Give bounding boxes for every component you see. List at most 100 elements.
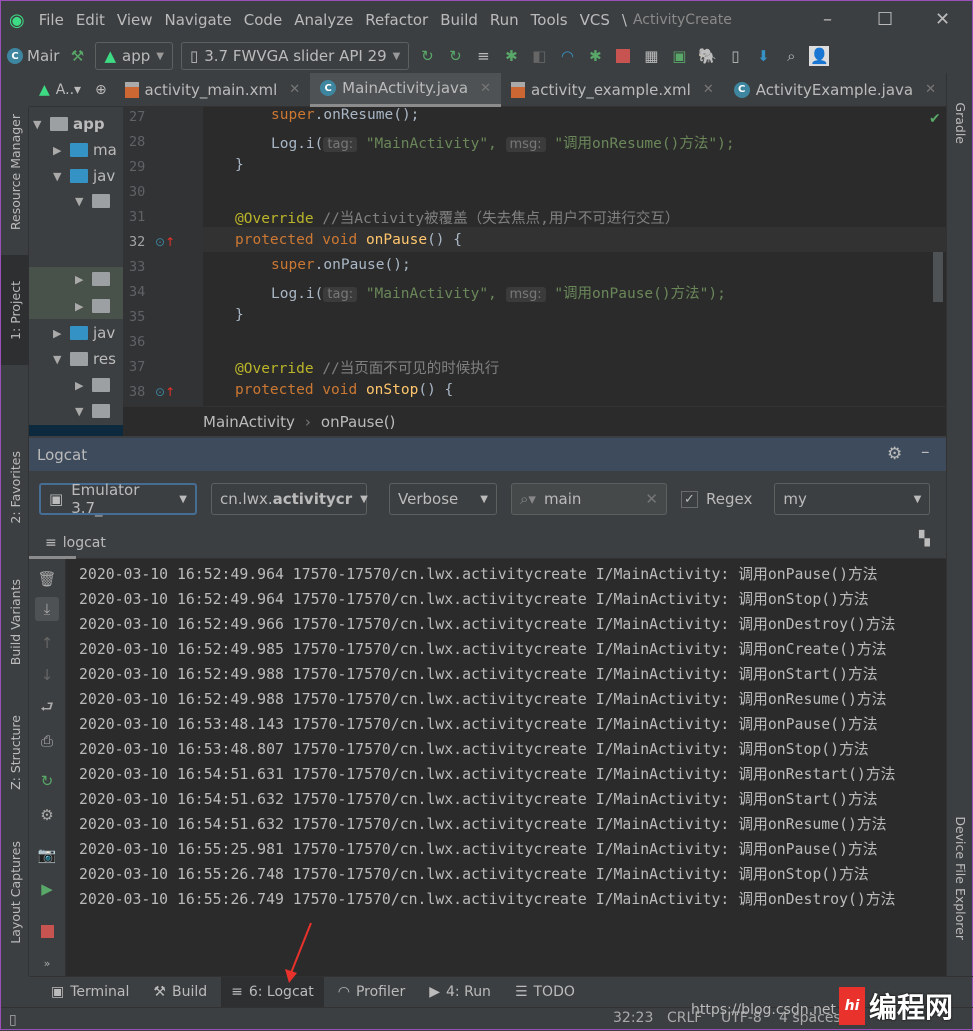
build-variants-tab[interactable]: Build Variants [1, 567, 29, 677]
tab-main-activity-java[interactable]: C MainActivity.java ✕ [310, 72, 502, 107]
menu-tools[interactable]: Tools [531, 11, 568, 29]
override-marker-icon[interactable]: ⊙↑ [155, 235, 175, 249]
gradle-tab[interactable]: Gradle [947, 83, 973, 163]
gear-icon[interactable]: ⚙ [887, 444, 902, 464]
search-input[interactable]: ⌕▾ main ✕ [511, 483, 667, 515]
sdk-manager-icon[interactable]: ⬇ [753, 46, 773, 66]
menu-edit[interactable]: Edit [76, 11, 105, 29]
debug-icon[interactable]: ✱ [501, 46, 521, 66]
tree-node-folder[interactable]: ▼ [75, 399, 110, 423]
device-select[interactable]: ▣ Emulator 3.7_ ▼ [39, 481, 197, 517]
menu-build[interactable]: Build [440, 11, 478, 29]
apply-changes-icon[interactable]: ↻ [417, 46, 437, 66]
screen-record-icon[interactable]: ▶ [35, 877, 59, 901]
tab-profiler[interactable]: ◠ Profiler [328, 977, 416, 1008]
close-tab-icon[interactable]: ✕ [703, 82, 714, 97]
close-tab-icon[interactable]: ✕ [480, 81, 491, 96]
layout-captures-tab[interactable]: Layout Captures [1, 832, 29, 952]
nav-breadcrumb[interactable]: Mair [27, 47, 59, 65]
crosshair-icon[interactable]: ⊕ [95, 82, 107, 98]
tree-node-app[interactable]: ▼ app [33, 112, 105, 136]
structure-tab[interactable]: Z: Structure [1, 707, 29, 797]
menu-code[interactable]: Code [244, 11, 282, 29]
close-tab-icon[interactable]: ✕ [925, 82, 936, 97]
logcat-output[interactable]: 2020-03-10 16:52:49.964 17570-17570/cn.l… [66, 559, 946, 976]
project-structure-icon[interactable]: ▦ [641, 46, 661, 66]
tree-node-folder[interactable]: ▶ [75, 373, 110, 397]
maximize-icon[interactable]: ☐ [877, 9, 893, 30]
menu-navigate[interactable]: Navigate [165, 11, 232, 29]
cursor-position[interactable]: 32:23 [613, 1010, 653, 1026]
close-icon[interactable]: ✕ [935, 9, 950, 30]
run-config-select[interactable]: ▲ app ▼ [95, 42, 173, 70]
stop-icon[interactable] [35, 919, 59, 943]
device-manager-icon[interactable]: ▯ [725, 46, 745, 66]
checkbox-checked-icon[interactable]: ✓ [681, 490, 698, 508]
menu-view[interactable]: View [117, 11, 153, 29]
tab-activity-example-xml[interactable]: activity_example.xml ✕ [501, 73, 724, 107]
override-marker-icon[interactable]: ⊙↑ [155, 385, 175, 399]
tab-logcat[interactable]: logcat [63, 535, 106, 551]
regex-checkbox[interactable]: ✓ Regex [681, 490, 752, 508]
layout-options-icon[interactable]: ▚ [919, 531, 930, 547]
menu-file[interactable]: File [39, 11, 64, 29]
breadcrumb-class[interactable]: MainActivity [203, 413, 295, 431]
resource-manager-tab[interactable]: Resource Manager [1, 107, 29, 237]
tree-node-package[interactable]: ▶ [75, 267, 110, 291]
up-arrow-icon[interactable]: ↑ [35, 631, 59, 655]
more-icon[interactable]: » [35, 951, 59, 975]
menu-refactor[interactable]: Refactor [365, 11, 428, 29]
clear-icon[interactable]: ✕ [645, 490, 658, 508]
tree-node-manifests[interactable]: ▶ ma [53, 138, 117, 162]
coverage-icon[interactable]: ◧ [529, 46, 549, 66]
tab-activity-main-xml[interactable]: activity_main.xml ✕ [115, 73, 311, 107]
soft-wrap-icon[interactable]: ⮐ [35, 697, 59, 721]
breadcrumb-method[interactable]: onPause() [321, 413, 396, 431]
tree-node-res[interactable]: ▼ res [53, 347, 116, 371]
tree-node-package[interactable]: ▶ [75, 294, 110, 318]
minimize-icon[interactable]: – [823, 9, 832, 30]
sync-icon[interactable]: ≡ [473, 46, 493, 66]
trash-icon[interactable]: 🗑 [35, 567, 59, 591]
filter-config-select[interactable]: my ▼ [774, 483, 931, 515]
menu-analyze[interactable]: Analyze [294, 11, 353, 29]
gradle-sync-icon[interactable]: 🐘 [697, 46, 717, 66]
settings-icon[interactable]: ⚙ [35, 803, 59, 827]
menu-run[interactable]: Run [490, 11, 519, 29]
tree-node-package[interactable]: ▼ [75, 189, 110, 213]
screenshot-icon[interactable]: 📷 [35, 843, 59, 867]
tab-build[interactable]: ⚒ Build [143, 977, 217, 1008]
layout-toggle-icon[interactable]: ▯ [9, 1012, 17, 1028]
tree-node-java-generated[interactable]: ▶ jav [53, 321, 115, 345]
menu-window[interactable]: \ [622, 11, 627, 29]
down-arrow-icon[interactable]: ↓ [35, 663, 59, 687]
restart-icon[interactable]: ↻ [35, 769, 59, 793]
minimize-panel-icon[interactable]: – [921, 442, 930, 462]
project-view-select[interactable]: A..▾ [56, 82, 81, 98]
device-select[interactable]: ▯ 3.7 FWVGA slider API 29 ▼ [180, 42, 410, 70]
tab-run[interactable]: ▶ 4: Run [419, 977, 501, 1008]
project-tab[interactable]: 1: Project [1, 255, 29, 365]
print-icon[interactable]: ⎙ [35, 729, 59, 753]
log-level-select[interactable]: Verbose ▼ [389, 483, 497, 515]
device-file-explorer-tab[interactable]: Device File Explorer [947, 803, 973, 953]
scroll-to-end-icon[interactable]: ⤓ [35, 597, 59, 621]
tab-terminal[interactable]: ▣ Terminal [41, 977, 139, 1008]
avd-manager-icon[interactable]: ▣ [669, 46, 689, 66]
profile-icon[interactable]: ◠ [557, 46, 577, 66]
close-tab-icon[interactable]: ✕ [289, 82, 300, 97]
editor-scrollbar[interactable] [933, 252, 943, 302]
tab-todo[interactable]: ☰ TODO [505, 977, 585, 1008]
hammer-build-icon[interactable]: ⚒ [67, 46, 87, 66]
tree-node-java[interactable]: ▼ jav [53, 164, 115, 188]
horizontal-scrollbar[interactable] [29, 425, 123, 436]
attach-debugger-icon[interactable]: ✱ [585, 46, 605, 66]
avatar[interactable]: 👤 [809, 46, 830, 66]
favorites-tab[interactable]: 2: Favorites [1, 437, 29, 537]
search-icon[interactable]: ⌕ [781, 46, 801, 66]
apply-code-changes-icon[interactable]: ↻ [445, 46, 465, 66]
menu-vcs[interactable]: VCS [580, 11, 610, 29]
tab-activity-example-java[interactable]: C ActivityExample.java ✕ [724, 73, 946, 107]
stop-icon[interactable] [613, 46, 633, 66]
code-editor[interactable]: 27 28 29 30 31 32 33 34 35 36 37 38 ⊙↑ ⊙↑ super.onR… [123, 107, 946, 406]
